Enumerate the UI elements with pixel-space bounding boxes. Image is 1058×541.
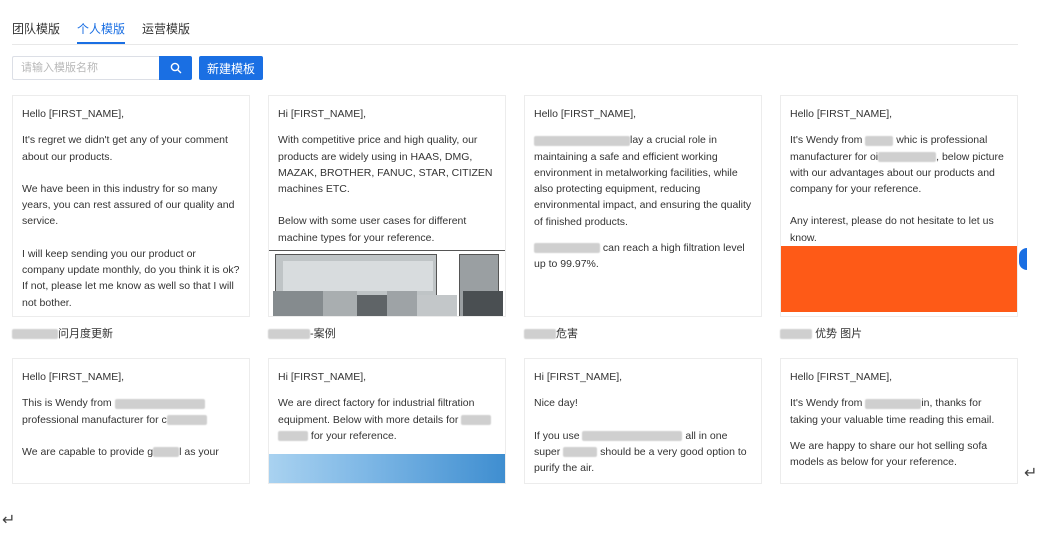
card-paragraph: This is Wendy from professional manufact… [22,395,240,428]
template-card-advantages-images[interactable]: Hello [FIRST_NAME], It's Wendy from whic… [780,95,1018,317]
redacted-text [153,447,180,458]
card-paragraph: Any interest, please do not hesitate to … [790,215,994,244]
card-greeting: Hello [FIRST_NAME], [790,371,893,383]
template-card-hazards[interactable]: Hello [FIRST_NAME], lay a crucial role i… [524,95,762,317]
card-preview-images [269,250,505,316]
redacted-text [534,243,600,254]
tab-personal-templates[interactable]: 个人模版 [77,20,126,44]
redacted-text [461,414,492,425]
card-title: 危害 [524,325,578,341]
card-preview-image [269,454,505,483]
redacted-text [780,329,812,340]
search-button[interactable] [159,56,192,80]
redacted-text [865,398,922,409]
card-paragraph: We have been in this industry for so man… [22,182,235,228]
redacted-text [278,431,308,442]
card-paragraph: With competitive price and high quality,… [278,134,493,196]
card-paragraph: If you use all in one super should be a … [534,429,747,475]
card-title: 优势 图片 [780,325,862,341]
redacted-text [12,329,58,340]
card-greeting: Hello [FIRST_NAME], [22,371,125,383]
tab-team-templates[interactable]: 团队模版 [12,20,60,37]
card-paragraph: We are direct factory for industrial fil… [278,395,496,444]
card-paragraph: I will keep sending you our product or c… [22,247,240,309]
redacted-text [524,329,556,340]
redacted-text [534,135,630,146]
template-card-monthly-update[interactable]: Hello [FIRST_NAME], It's regret we didn'… [12,95,250,317]
card-greeting: Hi [FIRST_NAME], [278,371,367,383]
template-tabs: 团队模版 个人模版 运营模版 [12,0,1018,45]
redacted-text [166,414,207,425]
new-template-button[interactable]: 新建模板 [199,56,263,80]
tab-operations-templates[interactable]: 运营模版 [142,20,190,37]
return-arrow-icon: ↵ [2,512,16,529]
redacted-text [563,447,598,458]
redacted-text [114,398,205,409]
card-greeting: Hi [FIRST_NAME], [278,108,367,120]
redacted-text [865,135,894,146]
card-paragraph: It's Wendy from whic is professional man… [790,134,1004,196]
redacted-text [878,151,937,162]
template-card[interactable]: Hi [FIRST_NAME], We are direct factory f… [268,358,506,484]
template-card[interactable]: Hello [FIRST_NAME], It's Wendy from in, … [780,358,1018,484]
return-arrow-icon: ↵ [1024,465,1038,482]
template-card[interactable]: Hello [FIRST_NAME], This is Wendy from p… [12,358,250,484]
card-title: -案例 [268,325,336,341]
card-title: 问月度更新 [12,325,113,341]
card-greeting: Hello [FIRST_NAME], [534,108,637,120]
side-panel-handle[interactable] [1019,248,1027,270]
card-greeting: Hello [FIRST_NAME], [790,108,893,120]
card-preview-image [781,246,1017,313]
card-paragraph: Nice day! [534,397,578,410]
card-paragraph: We are capable to provide gl as your [22,445,219,458]
search-icon [170,62,181,74]
template-card-cases[interactable]: Hi [FIRST_NAME], With competitive price … [268,95,506,317]
card-paragraph: lay a crucial role in maintaining a safe… [534,134,752,228]
card-paragraph: It's Wendy from in, thanks for taking yo… [790,397,995,426]
card-greeting: Hello [FIRST_NAME], [22,108,125,120]
card-paragraph: can reach a high filtration level up to … [534,242,745,271]
redacted-text [582,430,683,441]
card-paragraph: It's regret we didn't get any of your co… [22,134,228,163]
template-search-input[interactable] [12,56,159,80]
template-card[interactable]: Hi [FIRST_NAME], Nice day! If you use al… [524,358,762,484]
card-greeting: Hi [FIRST_NAME], [534,371,623,383]
card-paragraph: Below with some user cases for different… [278,215,467,244]
card-paragraph: We are happy to share our hot selling so… [790,439,988,469]
redacted-text [268,329,310,340]
